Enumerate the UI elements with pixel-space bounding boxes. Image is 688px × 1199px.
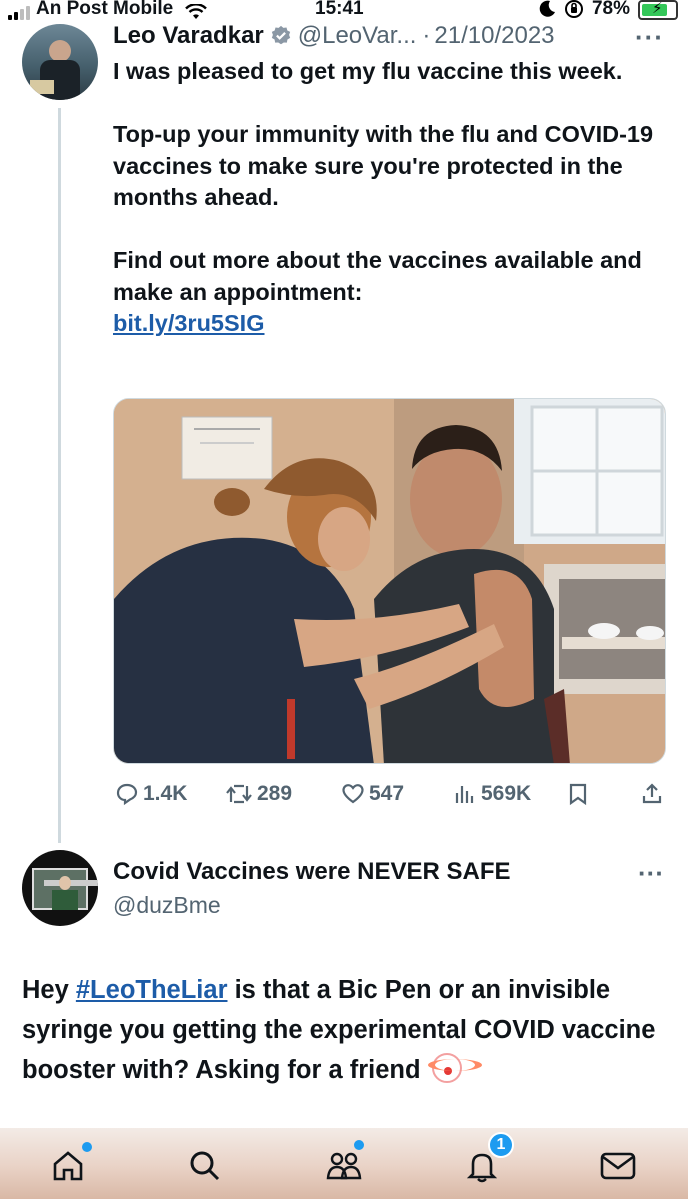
- tweet-media-image[interactable]: [113, 398, 666, 764]
- reply-text-prefix: Hey: [22, 976, 76, 1004]
- tweet-paragraph-3: Find out more about the vaccines availab…: [113, 247, 642, 305]
- reply-text: Hey #LeoTheLiar is that a Bic Pen or an …: [22, 970, 672, 1090]
- reply-icon: [116, 783, 138, 806]
- home-icon: [53, 1151, 83, 1181]
- tweet-actions: 1.4K 289 547 569K: [113, 782, 666, 812]
- bookmark-button[interactable]: [566, 782, 590, 806]
- like-count: 547: [369, 782, 405, 805]
- reply-author-name[interactable]: Covid Vaccines were NEVER SAFE: [113, 858, 511, 886]
- nav-notifications[interactable]: 1: [462, 1132, 514, 1186]
- heart-icon: [342, 784, 364, 804]
- avatar-banner: [44, 880, 98, 886]
- tweet-link[interactable]: bit.ly/3ru5SIG: [113, 310, 265, 336]
- search-icon: [190, 1151, 220, 1181]
- wifi-icon: [185, 4, 208, 19]
- views-chart-icon: [455, 786, 474, 803]
- nav-messages[interactable]: [598, 1146, 638, 1186]
- nav-communities[interactable]: [324, 1140, 364, 1186]
- reply-count: 1.4K: [143, 782, 188, 805]
- moon-icon: [539, 0, 555, 17]
- reply-author-handle[interactable]: @duzBme: [113, 892, 221, 919]
- views-button[interactable]: 569K: [453, 782, 531, 806]
- tweet-text: I was pleased to get my flu vaccine this…: [113, 56, 663, 340]
- share-button[interactable]: [640, 782, 664, 806]
- avatar-face: [49, 40, 71, 62]
- communities-new-dot: [354, 1140, 364, 1150]
- views-count: 569K: [481, 782, 532, 805]
- date-separator: ·: [422, 22, 431, 49]
- reply-more-options-icon[interactable]: ···: [638, 858, 664, 889]
- notification-badge: 1: [488, 1132, 514, 1158]
- hashtag-link[interactable]: #LeoTheLiar: [76, 976, 228, 1004]
- bookmark-icon: [569, 783, 587, 806]
- more-options-icon[interactable]: ···: [635, 22, 664, 53]
- avatar-shirt: [52, 890, 78, 910]
- tweet-header: Leo Varadkar @LeoVar... · 21/10/2023: [113, 22, 555, 50]
- battery-percent: 78%: [591, 0, 630, 19]
- clock: 15:41: [315, 0, 364, 19]
- envelope-icon: [600, 1152, 636, 1180]
- tweet-date[interactable]: 21/10/2023: [434, 22, 554, 50]
- cellular-signal-icon: [8, 4, 30, 20]
- vaccination-photo: [114, 399, 665, 763]
- charging-bolt-icon: ⚡: [652, 0, 663, 17]
- status-bar: An Post Mobile 15:41 78% ⚡: [0, 0, 688, 22]
- battery-icon: ⚡: [638, 0, 678, 20]
- verified-badge-icon: [271, 25, 290, 45]
- retweet-button[interactable]: 289: [225, 782, 292, 806]
- avatar-picture: [32, 868, 98, 910]
- reply-avatar[interactable]: [22, 850, 98, 926]
- avatar[interactable]: [22, 24, 98, 100]
- retweet-icon: [226, 784, 252, 804]
- thread-line: [58, 108, 61, 843]
- carrier-name: An Post Mobile: [36, 0, 174, 19]
- home-new-dot: [82, 1142, 92, 1152]
- author-name[interactable]: Leo Varadkar: [113, 22, 264, 50]
- avatar-podium: [30, 80, 54, 94]
- status-left: An Post Mobile: [8, 0, 208, 20]
- like-button[interactable]: 547: [341, 782, 404, 806]
- tweet-paragraph-2: Top-up your immunity with the flu and CO…: [113, 121, 654, 210]
- orientation-lock-icon: [564, 0, 583, 18]
- nav-home[interactable]: [48, 1142, 92, 1186]
- retweet-count: 289: [257, 782, 293, 805]
- bottom-nav: 1: [0, 1128, 688, 1199]
- clown-face-icon: [427, 1053, 482, 1083]
- avatar-head: [59, 876, 71, 890]
- status-right: 78% ⚡: [538, 0, 678, 20]
- nav-search[interactable]: [185, 1146, 225, 1186]
- share-icon: [642, 783, 662, 804]
- reply-button[interactable]: 1.4K: [115, 782, 187, 806]
- author-handle[interactable]: @LeoVar...: [298, 22, 417, 50]
- tweet-paragraph-1: I was pleased to get my flu vaccine this…: [113, 58, 623, 84]
- communities-icon: [326, 1152, 362, 1180]
